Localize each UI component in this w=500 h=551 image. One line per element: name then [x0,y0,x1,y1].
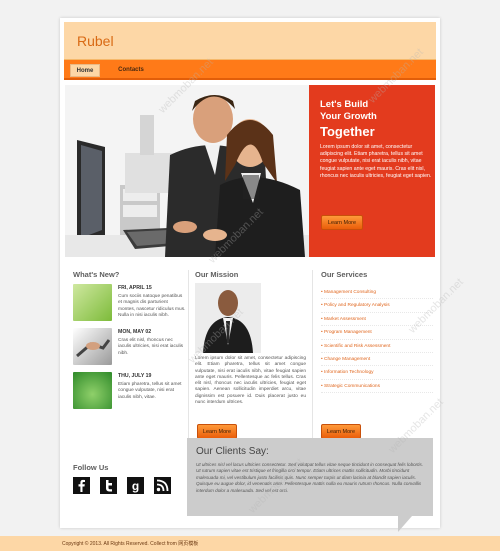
column-divider [312,270,313,445]
whats-new-title: What's New? [73,270,120,279]
service-link[interactable]: Change Management [321,353,433,367]
rss-icon[interactable] [154,477,171,494]
mission-section: Our Mission Lorem ipsum dolor sit amet, … [195,270,310,445]
service-link[interactable]: Management Consulting [321,286,433,300]
google-icon[interactable]: g [127,477,144,494]
service-link[interactable]: Strategic Communications [321,380,433,394]
news-item[interactable]: FRI, APRIL 15 Cum sociis natoque penatib… [73,284,188,322]
clients-title: Our Clients Say: [196,446,269,457]
mission-text: Lorem ipsum dolor sit amet, consectetur … [195,356,306,406]
news-date: THU, JULY 19 [118,373,152,379]
logo[interactable]: Rubel [77,33,114,49]
hero-illustration [65,85,309,257]
news-text: Etiam pharetra, tellus sit amet congue v… [118,382,182,400]
hero-heading-line-1: Let's Build [320,99,369,110]
hero-learn-more-button[interactable]: Learn More [321,215,363,230]
news-item[interactable]: THU, JULY 19 Etiam pharetra, tellus sit … [73,372,188,410]
nav-item-contacts[interactable]: Contacts [114,64,148,77]
hero-heading-line-2: Your Growth [320,111,377,122]
page-container: Rubel Home Contacts Let's Build Your Gro… [60,18,440,532]
testimonial-box: Our Clients Say: Ut ultrices nisl vel la… [187,438,433,532]
hero-image [65,85,309,257]
service-link[interactable]: Scientific and Risk Assessment [321,340,433,353]
news-date: FRI, APRIL 15 [118,285,152,291]
hero-banner: Let's Build Your Growth Together Lorem i… [65,85,435,257]
news-text: Cras elit nisl, rhoncus nec iaculis ultr… [118,338,184,356]
service-link[interactable]: Policy and Regulatory Analysis [321,299,433,313]
news-date: MON, MAY 02 [118,329,152,335]
news-thumbnail [73,372,112,409]
column-divider [188,270,189,445]
news-item[interactable]: MON, MAY 02 Cras elit nisl, rhoncus nec … [73,328,188,366]
service-link[interactable]: Program Management [321,326,433,340]
news-thumbnail [73,284,112,321]
handshake-icon [76,339,111,358]
businessman-illustration [195,283,261,353]
hero-heading-line-3: Together [320,124,375,139]
copyright-text: Copyright © 2013. All Rights Reserved. C… [62,541,199,547]
svg-text:g: g [132,479,139,493]
news-thumbnail [73,328,112,365]
mission-learn-more-button[interactable]: Learn More [197,424,237,439]
main-nav: Home Contacts [64,60,436,80]
header: Rubel [64,22,436,60]
facebook-icon[interactable] [73,477,90,494]
speech-bubble-tail [398,516,412,532]
news-text: Cum sociis natoque penatibus et magnis d… [118,294,186,319]
services-learn-more-button[interactable]: Learn More [321,424,361,439]
clients-quote: Ut ultrices nisl vel lacus ultricies con… [196,462,424,493]
hero-text: Let's Build Your Growth Together Lorem i… [320,99,432,180]
services-section: Our Services Management Consulting Polic… [321,270,434,445]
follow-us-title: Follow Us [73,463,109,472]
footer: Copyright © 2013. All Rights Reserved. C… [0,536,500,551]
follow-us-section: Follow Us g [73,463,183,494]
services-list: Management Consulting Policy and Regulat… [321,286,433,394]
service-link[interactable]: Market Assessment [321,313,433,327]
whats-new-section: What's New? FRI, APRIL 15 Cum sociis nat… [73,270,188,445]
service-link[interactable]: Information Technology [321,366,433,380]
twitter-icon[interactable] [100,477,117,494]
hero-description: Lorem ipsum dolor sit amet, consectetur … [320,144,432,179]
services-title: Our Services [321,270,368,279]
mission-title: Our Mission [195,270,239,279]
mission-image [195,283,261,353]
nav-item-home[interactable]: Home [70,64,100,77]
